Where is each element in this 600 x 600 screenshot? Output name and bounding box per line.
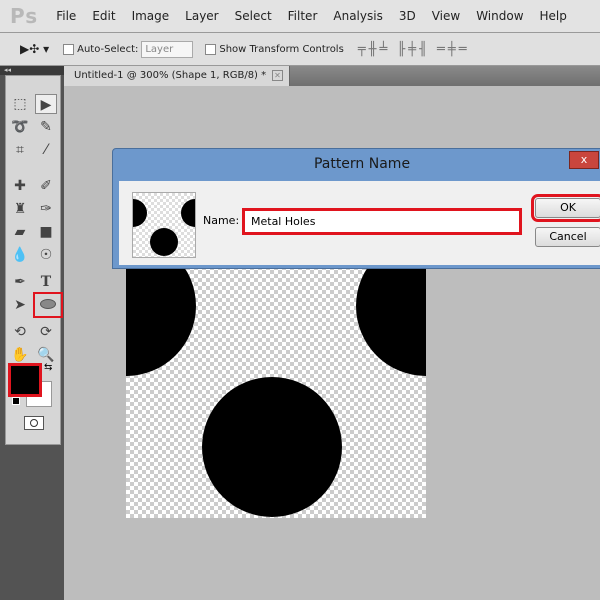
eyedropper-tool-icon[interactable]: ⁄	[35, 140, 57, 160]
pattern-name-input[interactable]: Metal Holes	[242, 208, 522, 235]
collapse-toolbox-icon[interactable]: ◂◂	[0, 66, 64, 75]
history-brush-tool-icon[interactable]: ✑	[35, 199, 57, 219]
bottom-center-hole	[202, 377, 342, 517]
dialog-body: Name: Metal Holes OK Cancel	[119, 181, 600, 265]
clone-stamp-tool-icon[interactable]: ♜	[9, 199, 31, 219]
brush-tool-icon[interactable]: ✐	[35, 176, 57, 196]
quick-selection-tool-icon[interactable]: ✎	[35, 117, 57, 137]
dialog-title: Pattern Name	[313, 156, 411, 172]
auto-select-checkbox[interactable]	[63, 43, 75, 55]
preview-hole	[181, 199, 195, 227]
crop-tool-icon[interactable]: ⌗	[9, 140, 31, 160]
path-selection-tool-icon[interactable]: ➤	[9, 295, 31, 315]
menu-layer[interactable]: Layer	[185, 9, 218, 23]
hand-tool-icon[interactable]: ✋	[9, 345, 31, 365]
show-transform-label: Show Transform Controls	[219, 43, 344, 55]
marquee-tool-icon[interactable]: ⬚	[9, 94, 31, 114]
toolbox: ◂◂ ⬚ ▶ ➰ ✎ ⌗ ⁄ ✚ ✐ ♜ ✑ ▰ ■ 💧 ☉ ✒ T ➤ ⟲ ⟳…	[0, 66, 64, 600]
show-transform-checkbox[interactable]	[205, 43, 217, 55]
menu-window[interactable]: Window	[476, 9, 523, 23]
ellipse-tool-icon[interactable]	[33, 292, 63, 318]
menu-select[interactable]: Select	[235, 9, 272, 23]
menu-analysis[interactable]: Analysis	[333, 9, 382, 23]
menu-3d[interactable]: 3D	[399, 9, 416, 23]
menu-bar: Ps File Edit Image Layer Select Filter A…	[0, 0, 600, 33]
default-colors-icon[interactable]	[12, 397, 20, 405]
menu-view[interactable]: View	[432, 9, 460, 23]
dodge-tool-icon[interactable]: ☉	[35, 245, 57, 265]
move-tool-preset-icon[interactable]: ▶✣ ▾	[20, 42, 49, 56]
3d-rotate-tool-icon[interactable]: ⟲	[9, 322, 31, 342]
eraser-tool-icon[interactable]: ▰	[9, 222, 31, 242]
3d-orbit-tool-icon[interactable]: ⟳	[35, 322, 57, 342]
quick-mask-icon[interactable]	[24, 416, 44, 430]
type-tool-icon[interactable]: T	[35, 272, 57, 292]
align-icons[interactable]: ╤╫╧ ╟╪╢ ═╪═	[358, 42, 470, 57]
menu-file[interactable]: File	[56, 9, 76, 23]
healing-brush-tool-icon[interactable]: ✚	[9, 176, 31, 196]
cancel-button[interactable]: Cancel	[535, 227, 600, 247]
swap-colors-icon[interactable]: ⇆	[44, 362, 52, 373]
lasso-tool-icon[interactable]: ➰	[9, 117, 31, 137]
document-tab[interactable]: Untitled-1 @ 300% (Shape 1, RGB/8) * ✕	[64, 66, 290, 86]
tool-panel: ⬚ ▶ ➰ ✎ ⌗ ⁄ ✚ ✐ ♜ ✑ ▰ ■ 💧 ☉ ✒ T ➤ ⟲ ⟳ ✋ …	[5, 75, 63, 445]
menu-help[interactable]: Help	[540, 9, 567, 23]
auto-select-label: Auto-Select:	[77, 43, 139, 55]
pattern-name-dialog: Pattern Name x Name: Metal Holes OK Canc…	[112, 148, 600, 269]
dialog-close-button[interactable]: x	[569, 151, 599, 169]
preview-hole	[133, 199, 147, 227]
pen-tool-icon[interactable]: ✒	[9, 272, 31, 292]
pattern-preview	[132, 192, 196, 258]
menu-image[interactable]: Image	[132, 9, 170, 23]
menu-edit[interactable]: Edit	[92, 9, 115, 23]
photoshop-logo: Ps	[10, 4, 39, 28]
gradient-tool-icon[interactable]: ■	[35, 222, 57, 242]
options-bar: ▶✣ ▾ Auto-Select: Layer Show Transform C…	[0, 33, 600, 66]
preview-hole	[150, 228, 178, 256]
document-tab-title: Untitled-1 @ 300% (Shape 1, RGB/8) *	[74, 70, 267, 81]
ok-button[interactable]: OK	[531, 194, 600, 222]
layer-select[interactable]: Layer	[141, 40, 194, 58]
foreground-color-swatch[interactable]	[8, 363, 42, 397]
close-icon[interactable]: ✕	[272, 70, 283, 81]
menu-filter[interactable]: Filter	[288, 9, 318, 23]
move-tool-icon[interactable]: ▶	[35, 94, 57, 114]
blur-tool-icon[interactable]: 💧	[9, 245, 31, 265]
document-tab-bar: Untitled-1 @ 300% (Shape 1, RGB/8) * ✕	[64, 66, 600, 86]
name-label: Name:	[203, 214, 240, 227]
